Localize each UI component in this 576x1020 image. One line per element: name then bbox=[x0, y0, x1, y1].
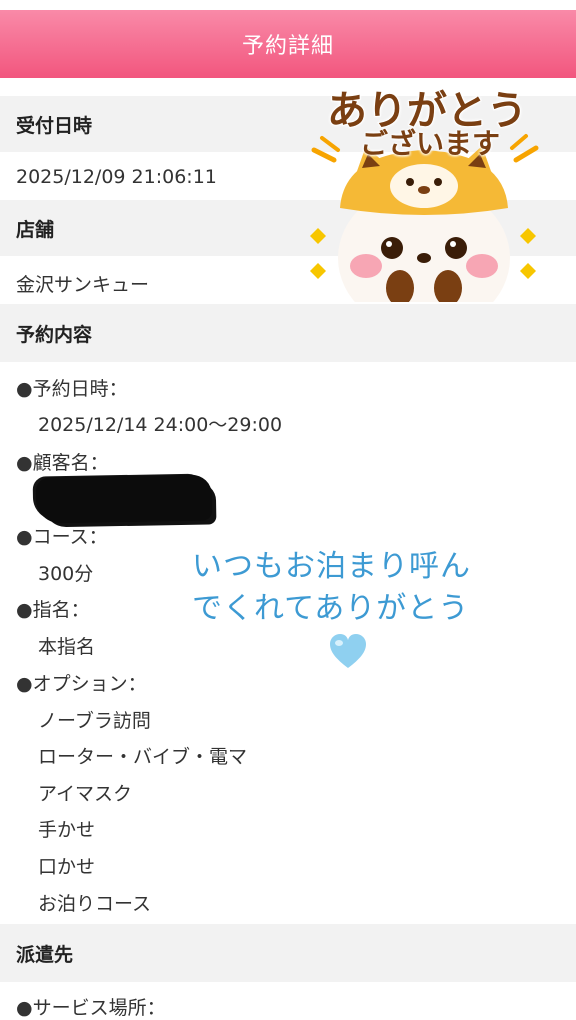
dispatch-label: 派遣先 bbox=[16, 943, 74, 966]
section-dispatch-header: 派遣先 bbox=[0, 924, 576, 982]
store-label: 店舗 bbox=[16, 218, 55, 241]
customer-name-label: ●顧客名： bbox=[16, 452, 109, 474]
redacted-customer-name bbox=[35, 474, 213, 524]
reservation-date-label: ●予約日時： bbox=[16, 378, 128, 400]
overlay-message-line2: でくれてありがとう bbox=[192, 591, 470, 626]
page-header: 予約詳細 bbox=[0, 10, 576, 78]
reservation-date-value: 2025/12/14 24:00〜29:00 bbox=[38, 414, 283, 436]
store-value: 金沢サンキュー bbox=[16, 274, 150, 296]
section-reservation-header: 予約内容 bbox=[0, 304, 576, 362]
option-item: ノーブラ訪問 bbox=[38, 710, 151, 732]
sticker-text-line2: ございます bbox=[359, 127, 500, 160]
options-label: ●オプション： bbox=[16, 673, 147, 695]
overlay-message-line1: いつもお泊まり呼ん bbox=[192, 549, 471, 584]
option-item: アイマスク bbox=[38, 783, 133, 805]
page-title: 予約詳細 bbox=[241, 34, 334, 59]
reservation-label: 予約内容 bbox=[16, 323, 93, 346]
received-label: 受付日時 bbox=[16, 114, 93, 137]
heart-icon bbox=[330, 634, 366, 668]
option-item: 口かせ bbox=[38, 856, 96, 878]
option-item: 手かせ bbox=[38, 819, 96, 841]
service-place-label: ●サービス場所： bbox=[16, 997, 166, 1019]
course-value: 300分 bbox=[38, 563, 94, 585]
received-value: 2025/12/09 21:06:11 bbox=[16, 166, 217, 188]
nomination-label: ●指名： bbox=[16, 599, 90, 621]
option-item: お泊りコース bbox=[38, 893, 152, 915]
course-label: ●コース： bbox=[16, 526, 108, 548]
nomination-value: 本指名 bbox=[38, 636, 96, 658]
option-item: ローター・バイブ・電マ bbox=[38, 746, 248, 768]
overlay-message: いつもお泊まり呼ん でくれてありがとう bbox=[192, 546, 510, 630]
